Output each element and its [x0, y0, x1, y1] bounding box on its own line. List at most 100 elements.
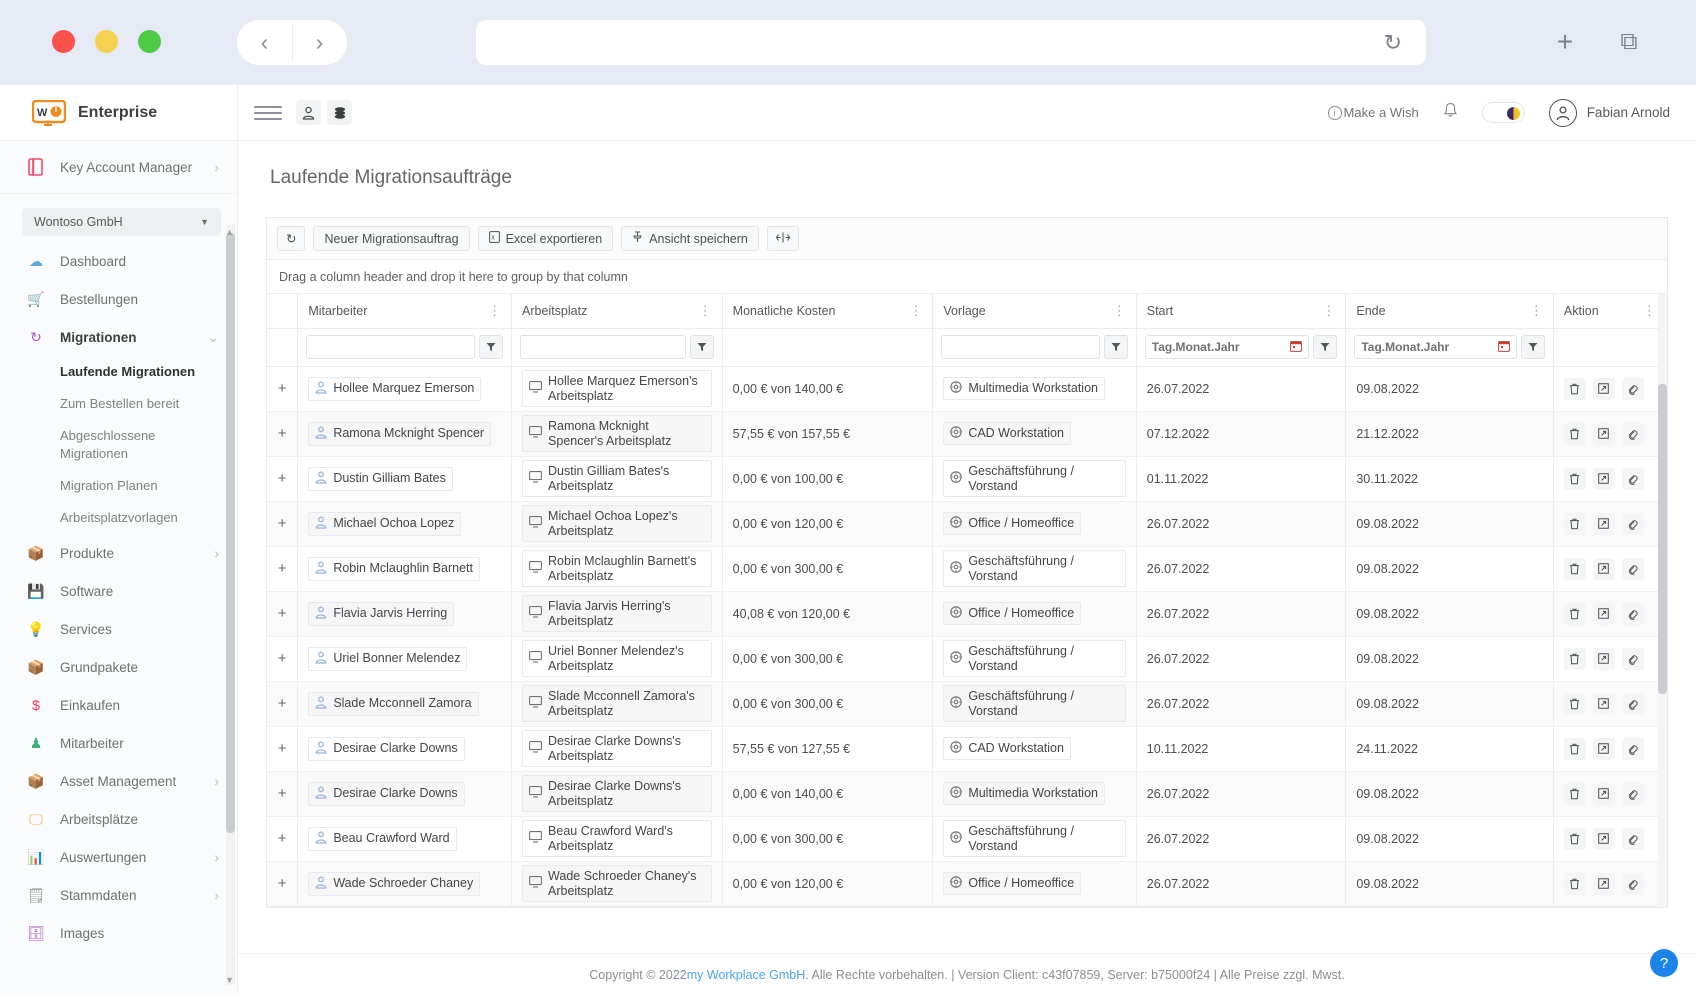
sidebar-subitem-zum-bestellen-bereit[interactable]: Zum Bestellen bereit: [0, 388, 237, 420]
edit-row-button[interactable]: [1593, 783, 1615, 805]
filter-menu-button-ende[interactable]: [1521, 335, 1545, 359]
column-header-mitarbeiter[interactable]: Mitarbeiter⋮: [298, 294, 512, 328]
sidebar-item-mitarbeiter[interactable]: ♟Mitarbeiter: [0, 724, 237, 762]
edit-row-button[interactable]: [1593, 648, 1615, 670]
link-row-button[interactable]: [1622, 828, 1644, 850]
cell-vorlage-chip[interactable]: Geschäftsführung / Vorstand: [943, 685, 1125, 722]
sidebar-item-grundpakete[interactable]: 📦Grundpakete: [0, 648, 237, 686]
expand-row-button[interactable]: +: [267, 816, 298, 861]
delete-row-button[interactable]: [1564, 603, 1586, 625]
cell-mitarbeiter-chip[interactable]: Michael Ochoa Lopez: [308, 512, 461, 536]
delete-row-button[interactable]: [1564, 783, 1586, 805]
link-row-button[interactable]: [1622, 693, 1644, 715]
cell-vorlage-chip[interactable]: Office / Homeoffice: [943, 872, 1081, 895]
link-row-button[interactable]: [1622, 423, 1644, 445]
filter-input-start[interactable]: Tag.Monat.Jahr: [1145, 335, 1310, 359]
cell-arbeitsplatz-chip[interactable]: Ramona Mcknight Spencer's Arbeitsplatz: [522, 415, 712, 452]
link-row-button[interactable]: [1622, 378, 1644, 400]
link-row-button[interactable]: [1622, 603, 1644, 625]
expand-row-button[interactable]: +: [267, 366, 298, 411]
edit-row-button[interactable]: [1593, 468, 1615, 490]
cell-vorlage-chip[interactable]: Geschäftsführung / Vorstand: [943, 640, 1125, 677]
filter-menu-button-start[interactable]: [1313, 335, 1337, 359]
filter-input-vorlage[interactable]: [941, 335, 1099, 359]
sidebar-subitem-abgeschlossene-migrationen[interactable]: Abgeschlossene Migrationen: [0, 420, 237, 470]
column-menu-icon[interactable]: ⋮: [1322, 304, 1335, 317]
sidebar-subitem-laufende-migrationen[interactable]: Laufende Migrationen: [0, 356, 237, 388]
cell-vorlage-chip[interactable]: CAD Workstation: [943, 737, 1071, 760]
close-window-button[interactable]: [52, 30, 75, 53]
delete-row-button[interactable]: [1564, 468, 1586, 490]
save-view-button[interactable]: Ansicht speichern: [621, 226, 759, 251]
cell-arbeitsplatz-chip[interactable]: Slade Mcconnell Zamora's Arbeitsplatz: [522, 685, 712, 722]
link-row-button[interactable]: [1622, 648, 1644, 670]
sidebar-subitem-arbeitsplatzvorlagen[interactable]: Arbeitsplatzvorlagen: [0, 502, 237, 534]
table-row[interactable]: +Michael Ochoa LopezMichael Ochoa Lopez'…: [267, 501, 1667, 546]
user-view-button[interactable]: [296, 100, 321, 125]
filter-menu-button-mitarbeiter[interactable]: [479, 335, 503, 359]
address-bar[interactable]: ↻: [476, 20, 1426, 65]
link-row-button[interactable]: [1622, 873, 1644, 895]
delete-row-button[interactable]: [1564, 378, 1586, 400]
delete-row-button[interactable]: [1564, 873, 1586, 895]
filter-input-mitarbeiter[interactable]: [306, 335, 475, 359]
sidebar-item-stammdaten[interactable]: 🗒Stammdaten›: [0, 876, 237, 914]
expand-row-button[interactable]: +: [267, 726, 298, 771]
help-button[interactable]: ?: [1650, 949, 1678, 977]
edit-row-button[interactable]: [1593, 738, 1615, 760]
column-header-aktion[interactable]: Aktion⋮: [1553, 294, 1666, 328]
sidebar-item-images[interactable]: 🗄Images: [0, 914, 237, 952]
sidebar-subitem-migration-planen[interactable]: Migration Planen: [0, 470, 237, 502]
column-header-start[interactable]: Start⋮: [1136, 294, 1346, 328]
sidebar-item-produkte[interactable]: 📦Produkte›: [0, 534, 237, 572]
expand-row-button[interactable]: +: [267, 411, 298, 456]
cell-arbeitsplatz-chip[interactable]: Desirae Clarke Downs's Arbeitsplatz: [522, 775, 712, 812]
cell-arbeitsplatz-chip[interactable]: Wade Schroeder Chaney's Arbeitsplatz: [522, 865, 712, 902]
table-row[interactable]: +Hollee Marquez EmersonHollee Marquez Em…: [267, 366, 1667, 411]
calendar-icon[interactable]: [1498, 340, 1510, 355]
cell-arbeitsplatz-chip[interactable]: Flavia Jarvis Herring's Arbeitsplatz: [522, 595, 712, 632]
expand-row-button[interactable]: +: [267, 681, 298, 726]
sidebar-item-software[interactable]: 💾Software: [0, 572, 237, 610]
filter-input-ende[interactable]: Tag.Monat.Jahr: [1354, 335, 1517, 359]
cell-mitarbeiter-chip[interactable]: Flavia Jarvis Herring: [308, 602, 454, 626]
cell-vorlage-chip[interactable]: Geschäftsführung / Vorstand: [943, 460, 1125, 497]
column-menu-icon[interactable]: ⋮: [1643, 304, 1656, 317]
data-view-button[interactable]: [327, 100, 352, 125]
delete-row-button[interactable]: [1564, 513, 1586, 535]
cell-mitarbeiter-chip[interactable]: Uriel Bonner Melendez: [308, 647, 467, 671]
cell-arbeitsplatz-chip[interactable]: Desirae Clarke Downs's Arbeitsplatz: [522, 730, 712, 767]
sidebar-scrollbar-thumb[interactable]: [226, 233, 235, 833]
column-menu-icon[interactable]: ⋮: [1530, 304, 1543, 317]
cell-vorlage-chip[interactable]: Geschäftsführung / Vorstand: [943, 550, 1125, 587]
cell-mitarbeiter-chip[interactable]: Beau Crawford Ward: [308, 827, 456, 851]
column-menu-icon[interactable]: ⋮: [1113, 304, 1126, 317]
table-row[interactable]: +Desirae Clarke DownsDesirae Clarke Down…: [267, 726, 1667, 771]
edit-row-button[interactable]: [1593, 873, 1615, 895]
cell-mitarbeiter-chip[interactable]: Dustin Gilliam Bates: [308, 467, 453, 491]
filter-menu-button-vorlage[interactable]: [1104, 335, 1128, 359]
edit-row-button[interactable]: [1593, 513, 1615, 535]
table-row[interactable]: +Desirae Clarke DownsDesirae Clarke Down…: [267, 771, 1667, 816]
delete-row-button[interactable]: [1564, 423, 1586, 445]
column-header-arbeitsplatz[interactable]: Arbeitsplatz⋮: [512, 294, 723, 328]
table-row[interactable]: +Robin Mclaughlin BarnettRobin Mclaughli…: [267, 546, 1667, 591]
new-migration-order-button[interactable]: Neuer Migrationsauftrag: [313, 226, 469, 251]
scroll-down-icon[interactable]: ▼: [225, 975, 234, 985]
sidebar-item-auswertungen[interactable]: 📊Auswertungen›: [0, 838, 237, 876]
sidebar-item-dashboard[interactable]: ☁Dashboard: [0, 242, 237, 280]
delete-row-button[interactable]: [1564, 648, 1586, 670]
sidebar-item-migrationen[interactable]: ↻Migrationen⌄: [0, 318, 237, 356]
cell-vorlage-chip[interactable]: Office / Homeoffice: [943, 512, 1081, 535]
footer-company-link[interactable]: my Workplace GmbH: [687, 968, 806, 982]
link-row-button[interactable]: [1622, 783, 1644, 805]
cell-mitarbeiter-chip[interactable]: Wade Schroeder Chaney: [308, 872, 480, 896]
minimize-window-button[interactable]: [95, 30, 118, 53]
table-row[interactable]: +Ramona Mcknight SpencerRamona Mcknight …: [267, 411, 1667, 456]
cell-vorlage-chip[interactable]: Multimedia Workstation: [943, 377, 1105, 400]
cell-mitarbeiter-chip[interactable]: Robin Mclaughlin Barnett: [308, 557, 480, 581]
make-a-wish-button[interactable]: i Make a Wish: [1328, 105, 1419, 120]
sidebar-item-einkaufen[interactable]: $Einkaufen: [0, 686, 237, 724]
delete-row-button[interactable]: [1564, 558, 1586, 580]
expand-row-button[interactable]: +: [267, 861, 298, 906]
